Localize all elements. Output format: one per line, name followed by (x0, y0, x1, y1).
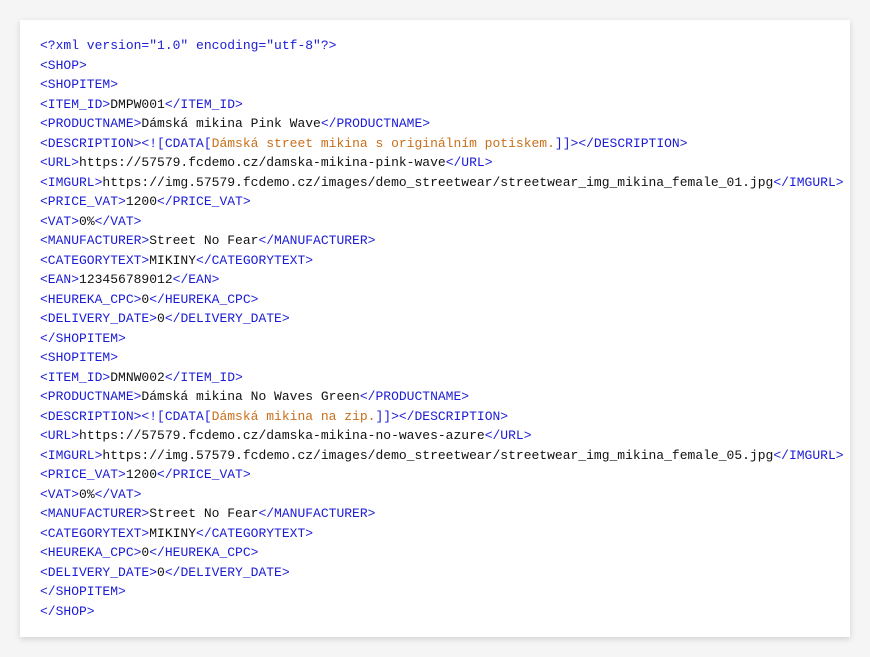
imgurl-close: </IMGURL> (773, 448, 843, 463)
xml-declaration-line: <?xml version="1.0" encoding="utf-8"?> (40, 36, 830, 56)
delivery-date-open: <DELIVERY_DATE> (40, 565, 157, 580)
vat-close: </VAT> (95, 487, 142, 502)
manufacturer-close: </MANUFACTURER> (258, 506, 375, 521)
shopitem-open-tag: <SHOPITEM> (40, 350, 118, 365)
productname-open: <PRODUCTNAME> (40, 389, 141, 404)
shop-open-tag: <SHOP> (40, 58, 87, 73)
ean-open: <EAN> (40, 272, 79, 287)
item-id-open: <ITEM_ID> (40, 370, 110, 385)
heureka-cpc-open: <HEUREKA_CPC> (40, 292, 141, 307)
url-value: https://57579.fcdemo.cz/damska-mikina-no… (79, 428, 485, 443)
imgurl-value: https://img.57579.fcdemo.cz/images/demo_… (102, 448, 773, 463)
productname-close: </PRODUCTNAME> (321, 116, 430, 131)
vat-value: 0% (79, 487, 95, 502)
item-id-close: </ITEM_ID> (165, 97, 243, 112)
xml-pi-close: ?> (321, 38, 337, 53)
productname-open: <PRODUCTNAME> (40, 116, 141, 131)
delivery-date-value: 0 (157, 565, 165, 580)
description-open: <DESCRIPTION> (40, 136, 141, 151)
item-id-open: <ITEM_ID> (40, 97, 110, 112)
cdata-open: <![CDATA[ (141, 136, 211, 151)
item-id-value: DMPW001 (110, 97, 165, 112)
delivery-date-close: </DELIVERY_DATE> (165, 311, 290, 326)
imgurl-value: https://img.57579.fcdemo.cz/images/demo_… (102, 175, 773, 190)
description-close: </DESCRIPTION> (578, 136, 687, 151)
description-close: </DESCRIPTION> (399, 409, 508, 424)
description-cdata: Dámská mikina na zip. (212, 409, 376, 424)
heureka-cpc-open: <HEUREKA_CPC> (40, 545, 141, 560)
manufacturer-open: <MANUFACTURER> (40, 233, 149, 248)
price-vat-close: </PRICE_VAT> (157, 194, 251, 209)
xml-pi-open: <?xml version= (40, 38, 149, 53)
price-vat-value: 1200 (126, 194, 157, 209)
vat-open: <VAT> (40, 214, 79, 229)
url-open: <URL> (40, 428, 79, 443)
price-vat-close: </PRICE_VAT> (157, 467, 251, 482)
heureka-cpc-close: </HEUREKA_CPC> (149, 292, 258, 307)
url-value: https://57579.fcdemo.cz/damska-mikina-pi… (79, 155, 446, 170)
categorytext-open: <CATEGORYTEXT> (40, 253, 149, 268)
vat-open: <VAT> (40, 487, 79, 502)
delivery-date-open: <DELIVERY_DATE> (40, 311, 157, 326)
manufacturer-value: Street No Fear (149, 506, 258, 521)
url-close: </URL> (446, 155, 493, 170)
item-id-value: DMNW002 (110, 370, 165, 385)
categorytext-value: MIKINY (149, 526, 196, 541)
vat-value: 0% (79, 214, 95, 229)
manufacturer-open: <MANUFACTURER> (40, 506, 149, 521)
heureka-cpc-close: </HEUREKA_CPC> (149, 545, 258, 560)
categorytext-value: MIKINY (149, 253, 196, 268)
url-open: <URL> (40, 155, 79, 170)
item-id-close: </ITEM_ID> (165, 370, 243, 385)
productname-value: Dámská mikina Pink Wave (141, 116, 320, 131)
productname-close: </PRODUCTNAME> (360, 389, 469, 404)
categorytext-open: <CATEGORYTEXT> (40, 526, 149, 541)
cdata-close: ]]> (555, 136, 578, 151)
imgurl-open: <IMGURL> (40, 175, 102, 190)
ean-close: </EAN> (173, 272, 220, 287)
shopitem-close-tag: </SHOPITEM> (40, 331, 126, 346)
xml-encoding: "utf-8" (266, 38, 321, 53)
vat-close: </VAT> (95, 214, 142, 229)
xml-version: "1.0" (149, 38, 188, 53)
categorytext-close: </CATEGORYTEXT> (196, 526, 313, 541)
shopitem-open-tag: <SHOPITEM> (40, 77, 118, 92)
cdata-close: ]]> (375, 409, 398, 424)
description-open: <DESCRIPTION> (40, 409, 141, 424)
price-vat-open: <PRICE_VAT> (40, 194, 126, 209)
price-vat-value: 1200 (126, 467, 157, 482)
price-vat-open: <PRICE_VAT> (40, 467, 126, 482)
cdata-open: <![CDATA[ (141, 409, 211, 424)
manufacturer-close: </MANUFACTURER> (258, 233, 375, 248)
imgurl-open: <IMGURL> (40, 448, 102, 463)
imgurl-close: </IMGURL> (773, 175, 843, 190)
description-cdata: Dámská street mikina s originálním potis… (212, 136, 555, 151)
xml-pi-mid: encoding= (188, 38, 266, 53)
delivery-date-close: </DELIVERY_DATE> (165, 565, 290, 580)
xml-code-panel: <?xml version="1.0" encoding="utf-8"?> <… (20, 20, 850, 637)
delivery-date-value: 0 (157, 311, 165, 326)
url-close: </URL> (485, 428, 532, 443)
shop-close-tag: </SHOP> (40, 604, 95, 619)
manufacturer-value: Street No Fear (149, 233, 258, 248)
ean-value: 123456789012 (79, 272, 173, 287)
categorytext-close: </CATEGORYTEXT> (196, 253, 313, 268)
productname-value: Dámská mikina No Waves Green (141, 389, 359, 404)
